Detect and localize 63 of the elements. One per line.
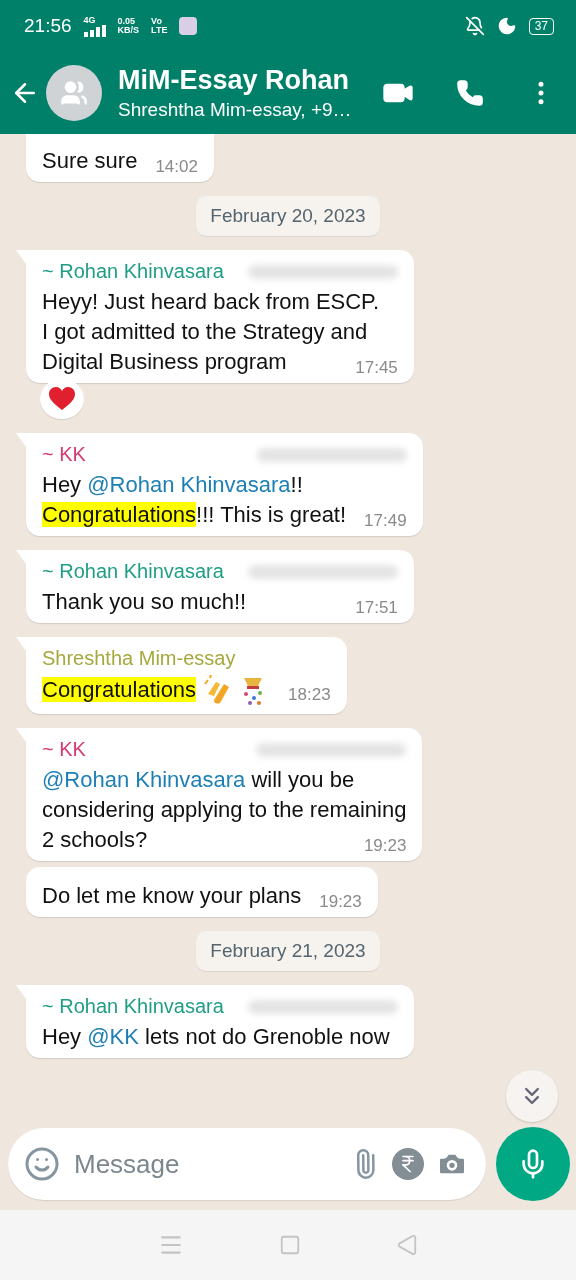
signal-icon [83,24,106,37]
lte-label: LTE [151,26,168,35]
message-text: Sure sure 14:02 [42,147,198,176]
phone-icon[interactable] [456,79,484,107]
message-time: 19:23 [363,837,407,855]
message-time: 18:23 [288,686,331,704]
mention-link[interactable]: @Rohan Khinvasara [42,767,246,792]
message-bubble[interactable]: ~ Rohan Khinvasara Thank you so much!! 17:51 [26,550,414,623]
bubble-tail [16,550,26,564]
message-text: Thank you so much!! 17:51 [42,588,398,617]
message-text: Hey @KK lets not do Grenoble now [42,1023,391,1051]
heart-icon [49,387,75,411]
volte-label: Vo [151,17,163,26]
scroll-down-button[interactable] [506,1070,558,1122]
message-time: 19:23 [319,893,362,911]
message-input[interactable]: Message [72,1147,338,1181]
message-bubble[interactable]: ~ KK @Rohan Khinvasara will you be considering applying to the remaining 2 schools? 19:23 [26,728,423,861]
message-time: 17:51 [355,599,398,617]
sender-name[interactable]: Shreshtha Mim-essay [42,647,236,670]
moon-icon [496,16,517,36]
emoji-icon[interactable] [24,1146,60,1182]
message-field[interactable]: Message [8,1128,486,1200]
date-chip: February 20, 2023 [196,196,380,236]
data-speed: 0.05 [117,17,137,26]
app-notification-icon [179,17,198,35]
reaction-badge[interactable] [40,379,84,419]
payment-button[interactable] [392,1148,424,1180]
sender-name[interactable]: ~ Rohan Khinvasara [42,560,224,583]
mention-link[interactable]: @KK [87,1024,139,1049]
sender-name[interactable]: ~ KK [42,738,86,761]
speed-unit: KB/S [117,26,140,35]
group-icon [60,79,88,107]
battery-level: 37 [528,17,554,35]
message-bubble[interactable]: ~ KK Hey @Rohan Khinvasara!! Congratulations!!! This is great! 17:49 [26,433,423,536]
chat-members[interactable]: Shreshtha Mim-essay, +9… [118,99,376,121]
mute-icon [464,16,485,36]
mention-link[interactable]: @Rohan Khinvasara [87,472,291,497]
bubble-tail [16,637,26,651]
bubble-tail [16,985,26,999]
message-bubble[interactable]: Sure sure 14:02 [26,134,214,182]
message-time: 17:49 [364,512,407,530]
message-bubble[interactable]: Do let me know your plans 19:23 [26,867,378,917]
message-bubble[interactable]: ~ Rohan Khinvasara Heyy! Just heard back from ESCP. I got admitted to the Strategy and Digital Business program 17:45 [26,250,414,383]
message-text: @Rohan Khinvasara will you be considering applying to the remaining 2 schools? 19:23 [42,766,407,855]
network-type: 4G [83,15,97,25]
date-chip: February 21, 2023 [196,931,380,971]
bubble-tail [16,433,26,447]
message-text: Heyy! Just heard back from ESCP. I got admitted to the Strategy and Digital Business program 17:45 [42,288,398,377]
sender-name[interactable]: ~ Rohan Khinvasara [42,260,224,283]
message-text: Hey @Rohan Khinvasara!! Congratulations!!! This is great! 17:49 [42,471,407,530]
chat-title[interactable]: MiM-Essay Rohan [118,65,376,96]
sender-name[interactable]: ~ Rohan Khinvasara [42,995,224,1018]
group-avatar[interactable] [46,65,102,121]
sender-name[interactable]: ~ KK [42,443,86,466]
message-text: Congratulations 18:23 [42,674,331,708]
message-time: 17:45 [355,359,398,377]
message-bubble[interactable]: Shreshtha Mim-essay Congratulations 18:23 [26,637,347,714]
message-time: 14:02 [155,158,198,176]
clock-time: 21:56 [24,15,72,37]
message-text: Do let me know your plans 19:23 [42,882,362,911]
message-bubble[interactable]: ~ Rohan Khinvasara Hey @KK lets not do Grenoble now [26,985,414,1058]
bubble-tail [16,250,26,264]
bubble-tail [16,728,26,742]
